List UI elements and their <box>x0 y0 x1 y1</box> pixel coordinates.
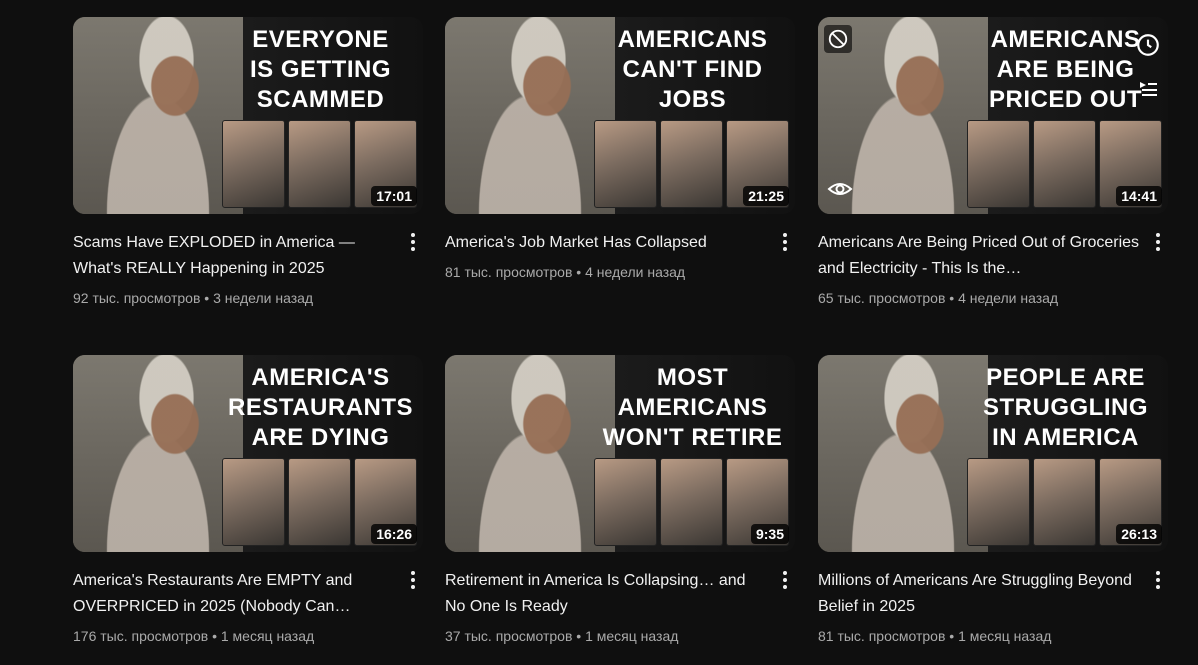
separator-dot: • <box>949 290 955 306</box>
thumbnail-caption: PEOPLE ARE STRUGGLING IN AMERICA <box>983 364 1148 451</box>
video-meta: America's Restaurants Are EMPTY and OVER… <box>73 552 425 646</box>
video-thumbnail[interactable]: EVERYONE IS GETTING SCAMMED 17:01 <box>73 17 423 214</box>
separator-dot: • <box>949 628 955 644</box>
kebab-menu-icon <box>411 233 415 251</box>
duration-badge: 9:35 <box>750 524 789 544</box>
kebab-menu-icon <box>411 571 415 589</box>
more-actions-button[interactable] <box>1146 230 1170 254</box>
preview-eye-icon <box>827 183 853 195</box>
duration-badge: 16:26 <box>371 524 417 544</box>
upload-age: 4 недели назад <box>585 264 686 280</box>
video-title[interactable]: Americans Are Being Priced Out of Grocer… <box>818 230 1140 282</box>
video-thumbnail[interactable]: PEOPLE ARE STRUGGLING IN AMERICA 26:13 <box>818 355 1168 552</box>
video-meta: Retirement in America Is Collapsing… and… <box>445 552 797 646</box>
upload-age: 1 месяц назад <box>958 628 1052 644</box>
preview-button[interactable] <box>826 175 854 203</box>
video-stats: 176 тыс. просмотров • 1 месяц назад <box>73 626 395 646</box>
not-interested-button[interactable] <box>824 25 852 53</box>
video-card[interactable]: PEOPLE ARE STRUGGLING IN AMERICA 26:13 M… <box>818 355 1170 646</box>
separator-dot: • <box>204 290 210 306</box>
kebab-menu-icon <box>783 233 787 251</box>
duration-badge: 26:13 <box>1116 524 1162 544</box>
video-stats: 81 тыс. просмотров • 1 месяц назад <box>818 626 1140 646</box>
video-meta: Scams Have EXPLODED in America — What's … <box>73 214 425 308</box>
separator-dot: • <box>212 628 217 644</box>
kebab-menu-icon <box>1156 571 1160 589</box>
duration-badge: 21:25 <box>743 186 789 206</box>
thumbnail-caption: MOST AMERICANS WON'T RETIRE <box>602 364 783 451</box>
thumbnail-caption: AMERICANS ARE BEING PRICED OUT <box>988 26 1142 113</box>
video-card[interactable]: AMERICA'S RESTAURANTS ARE DYING 16:26 Am… <box>73 355 425 646</box>
video-stats: 37 тыс. просмотров • 1 месяц назад <box>445 626 767 646</box>
kebab-menu-icon <box>783 571 787 589</box>
watch-later-button[interactable] <box>1134 31 1162 59</box>
view-count: 176 тыс. просмотров <box>73 628 209 644</box>
thumbnail-image <box>818 355 988 552</box>
video-card[interactable]: AMERICANS ARE BEING PRICED OUT 14:41 Ame <box>818 17 1170 308</box>
upload-age: 1 месяц назад <box>585 628 679 644</box>
view-count: 37 тыс. просмотров <box>445 628 573 644</box>
video-title[interactable]: America's Restaurants Are EMPTY and OVER… <box>73 568 395 620</box>
video-title[interactable]: Millions of Americans Are Struggling Bey… <box>818 568 1140 620</box>
video-thumbnail[interactable]: MOST AMERICANS WON'T RETIRE 9:35 <box>445 355 795 552</box>
watch-later-clock-icon <box>1137 34 1159 56</box>
video-thumbnail[interactable]: AMERICA'S RESTAURANTS ARE DYING 16:26 <box>73 355 423 552</box>
thumbnail-caption: EVERYONE IS GETTING SCAMMED <box>249 26 391 113</box>
video-title[interactable]: America's Job Market Has Collapsed <box>445 230 767 256</box>
video-meta: Millions of Americans Are Struggling Bey… <box>818 552 1170 646</box>
video-grid: EVERYONE IS GETTING SCAMMED 17:01 Scams … <box>0 0 1198 665</box>
view-count: 92 тыс. просмотров <box>73 290 201 306</box>
add-to-queue-icon <box>1140 82 1157 96</box>
duration-badge: 14:41 <box>1116 186 1162 206</box>
video-title[interactable]: Retirement in America Is Collapsing… and… <box>445 568 767 620</box>
thumbnail-caption: AMERICANS CAN'T FIND JOBS <box>617 26 768 113</box>
view-count: 81 тыс. просмотров <box>445 264 573 280</box>
separator-dot: • <box>576 628 582 644</box>
upload-age: 3 недели назад <box>213 290 314 306</box>
thumbnail-image <box>73 355 243 552</box>
view-count: 65 тыс. просмотров <box>818 290 946 306</box>
video-meta: America's Job Market Has Collapsed 81 ты… <box>445 214 797 282</box>
thumbnail-image <box>445 17 615 214</box>
video-card[interactable]: AMERICANS CAN'T FIND JOBS 21:25 America'… <box>445 17 797 282</box>
video-stats: 81 тыс. просмотров • 4 недели назад <box>445 262 767 282</box>
video-thumbnail[interactable]: AMERICANS ARE BEING PRICED OUT 14:41 <box>818 17 1168 214</box>
more-actions-button[interactable] <box>773 230 797 254</box>
video-thumbnail[interactable]: AMERICANS CAN'T FIND JOBS 21:25 <box>445 17 795 214</box>
video-card[interactable]: EVERYONE IS GETTING SCAMMED 17:01 Scams … <box>73 17 425 308</box>
video-stats: 92 тыс. просмотров • 3 недели назад <box>73 288 395 308</box>
more-actions-button[interactable] <box>401 568 425 592</box>
more-actions-button[interactable] <box>401 230 425 254</box>
upload-age: 1 месяц назад <box>220 628 315 644</box>
upload-age: 4 недели назад <box>958 290 1059 306</box>
video-stats: 65 тыс. просмотров • 4 недели назад <box>818 288 1140 308</box>
thumbnail-image <box>445 355 615 552</box>
duration-badge: 17:01 <box>371 186 417 206</box>
view-count: 81 тыс. просмотров <box>818 628 946 644</box>
video-card[interactable]: MOST AMERICANS WON'T RETIRE 9:35 Retirem… <box>445 355 797 646</box>
video-title[interactable]: Scams Have EXPLODED in America — What's … <box>73 230 395 282</box>
separator-dot: • <box>576 264 582 280</box>
more-actions-button[interactable] <box>1146 568 1170 592</box>
thumbnail-image <box>73 17 243 214</box>
thumbnail-caption: AMERICA'S RESTAURANTS ARE DYING <box>228 364 414 451</box>
kebab-menu-icon <box>1156 233 1160 251</box>
add-to-queue-button[interactable] <box>1134 73 1162 101</box>
video-meta: Americans Are Being Priced Out of Grocer… <box>818 214 1170 308</box>
more-actions-button[interactable] <box>773 568 797 592</box>
not-interested-icon <box>828 29 848 49</box>
